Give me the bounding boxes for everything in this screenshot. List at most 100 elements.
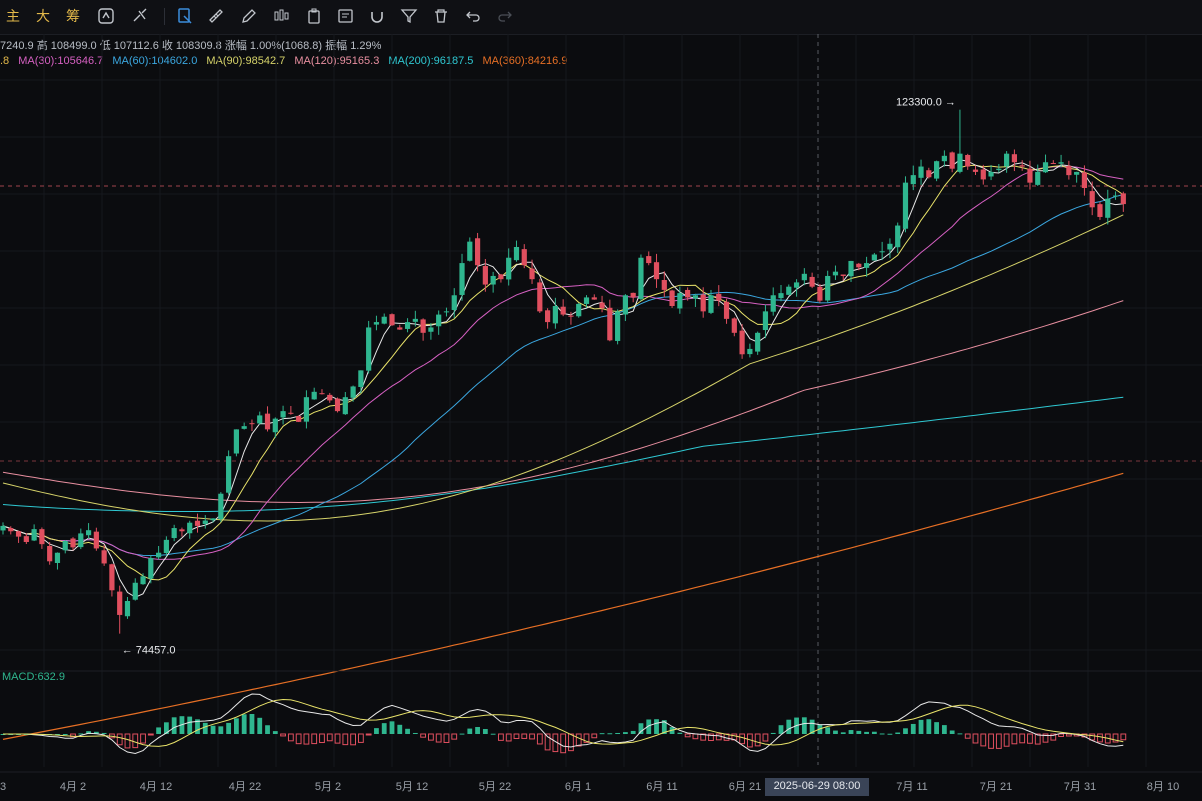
macd-histogram-bar (848, 730, 854, 734)
macd-histogram-bar (374, 728, 379, 734)
candle-body (163, 539, 169, 554)
macd-histogram-bar (326, 733, 333, 742)
time-axis-tick: 7月 31 (1064, 781, 1096, 793)
time-axis-tick: 7月 11 (896, 781, 928, 793)
candle-body (241, 426, 247, 429)
macd-histogram-bar (210, 725, 216, 734)
trash-icon[interactable] (432, 7, 450, 25)
candle-body (545, 310, 551, 323)
ma360-line (2, 472, 1124, 740)
redo-icon[interactable] (496, 7, 514, 25)
macd-histogram-bar (101, 732, 107, 734)
macd-histogram-bar (467, 728, 473, 734)
macd-histogram-bar (995, 733, 1002, 749)
magnet-icon[interactable] (368, 7, 386, 25)
candle-body (311, 391, 317, 400)
candle-type-icon[interactable] (272, 7, 290, 25)
macd-histogram-bar (78, 733, 84, 735)
candle-body (187, 522, 193, 534)
candle-body (459, 263, 465, 295)
macd-histogram-bar (926, 719, 932, 734)
ruler-icon[interactable] (207, 7, 225, 25)
candle-body (334, 398, 341, 412)
candle-body (428, 327, 434, 332)
macd-histogram-bar (1019, 733, 1026, 744)
candle-body (786, 286, 792, 295)
macd-histogram-bar (272, 731, 278, 734)
macd-histogram-bar (801, 717, 807, 734)
macd-histogram-bar (412, 732, 418, 734)
filter-icon[interactable] (400, 7, 418, 25)
note-icon[interactable] (337, 7, 355, 25)
candle-body (949, 152, 955, 169)
candle-body (716, 293, 722, 301)
candle-body (381, 316, 387, 324)
select-icon[interactable] (176, 7, 194, 25)
macd-histogram-bar (459, 733, 465, 735)
candle-body (529, 268, 535, 280)
macd-histogram-bar (116, 733, 123, 746)
candle-body (972, 169, 979, 172)
pencil-icon[interactable] (240, 7, 258, 25)
macd-histogram-bar (234, 718, 239, 734)
macd-histogram-bar (218, 726, 224, 734)
macd-histogram-bar (342, 733, 349, 746)
candle-body (856, 263, 862, 268)
candle-body (420, 319, 426, 333)
candle-body (895, 225, 901, 248)
macd-histogram-bar (786, 719, 792, 734)
macd-histogram-bar (591, 733, 598, 739)
candle-body (288, 412, 294, 414)
macd-histogram-bar (684, 733, 691, 738)
candle-body (708, 295, 714, 313)
candle-body (443, 311, 450, 313)
candle-body (863, 263, 870, 268)
candle-body (78, 533, 84, 548)
macd-histogram-bar (864, 731, 869, 734)
macd-histogram-bar (607, 733, 613, 735)
main-indicator-toggle[interactable]: 主 (6, 6, 20, 26)
candle-body (194, 520, 201, 526)
macd-histogram-bar (389, 721, 395, 734)
time-axis-tick: 4月 2 (60, 781, 86, 793)
macd-histogram-bar (903, 728, 908, 734)
candle-body (303, 397, 310, 422)
macd-histogram-bar (428, 733, 434, 741)
template-icon[interactable] (305, 7, 323, 25)
candle-body (218, 493, 224, 520)
macd-histogram-bar (1089, 733, 1096, 741)
candle-body (653, 262, 660, 280)
candle-body (879, 251, 885, 253)
macd-histogram-bar (1097, 733, 1103, 743)
candle-body (801, 273, 807, 281)
candle-body (793, 282, 800, 288)
candle-body (568, 315, 574, 317)
candle-body (451, 295, 457, 310)
replay-icon[interactable] (97, 7, 115, 25)
candle-body (474, 238, 481, 266)
chip-distribution-toggle[interactable]: 筹 (66, 6, 80, 26)
macd-histogram-bar (482, 729, 488, 734)
macd-histogram-bar (381, 723, 387, 734)
candle-body (124, 601, 131, 617)
large-view-toggle[interactable]: 大 (36, 6, 50, 26)
ma200-line (2, 396, 1124, 512)
candle-body (692, 295, 699, 299)
undo-icon[interactable] (464, 7, 482, 25)
macd-histogram-bar (941, 725, 947, 734)
candle-body (840, 274, 846, 276)
candle-body (412, 318, 418, 322)
candle-body (210, 518, 216, 521)
time-axis-tick: 8月 10 (1147, 781, 1179, 793)
ma60-line (2, 194, 1124, 557)
candle-body (1066, 165, 1072, 176)
candle-body (778, 293, 784, 299)
macd-histogram-bar (536, 733, 543, 745)
toolbar-divider (164, 8, 165, 25)
macd-histogram-bar (505, 733, 512, 742)
candle-body (910, 175, 916, 185)
candle-body (1105, 198, 1111, 218)
price-chart[interactable]: 123300.0 → ← 74457.0 3 4月 2 4月 12 4月 22 5月 2 5月… (0, 34, 1202, 801)
candle-body (171, 528, 177, 539)
indicator-icon[interactable] (131, 7, 149, 25)
